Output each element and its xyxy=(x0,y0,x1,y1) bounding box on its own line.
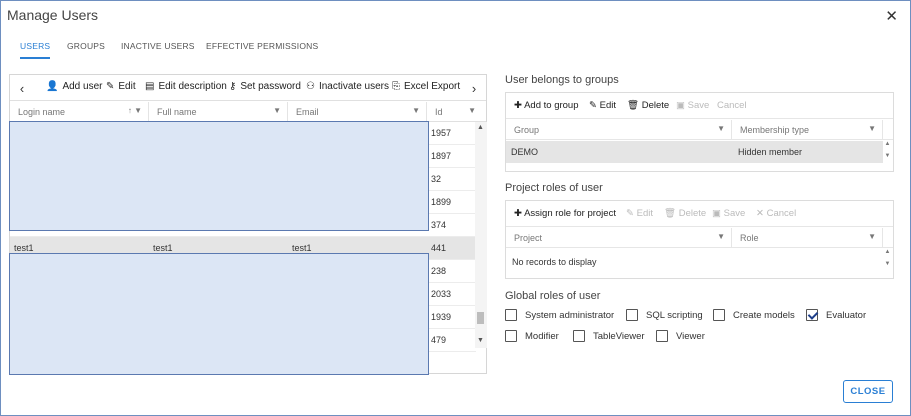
save-role-button[interactable]: ▣ Save xyxy=(712,208,745,219)
users-toolbar: ‹ 👤 Add user ✎ Edit ▤ Edit description ⚷ Set… xyxy=(10,75,486,101)
save-group-button[interactable]: ▣ Save xyxy=(676,100,709,111)
checkbox-create-models[interactable]: Create models xyxy=(713,309,795,321)
checkbox-checked[interactable] xyxy=(806,309,818,321)
edit-group-button[interactable]: ✎ Edit xyxy=(589,100,616,111)
checkbox[interactable] xyxy=(573,330,585,342)
column-id[interactable]: Id ▼ xyxy=(427,102,486,122)
users-grid-scrollbar[interactable]: ▲ ▼ xyxy=(475,122,487,348)
close-button[interactable]: CLOSE xyxy=(843,380,893,403)
filter-icon[interactable]: ▼ xyxy=(868,124,876,133)
save-icon: ▣ xyxy=(676,100,685,111)
save-icon: ▣ xyxy=(712,208,721,219)
cancel-role-button[interactable]: ✕ Cancel xyxy=(756,208,796,219)
filter-icon[interactable]: ▼ xyxy=(868,232,876,241)
add-user-icon: 👤 xyxy=(46,81,59,92)
groups-grid-header: Group ▼ Membership type ▼ xyxy=(506,120,893,140)
pencil-icon: ✎ xyxy=(626,208,634,219)
users-grid-header: Login name ↑ ▼ Full name ▼ Email ▼ Id ▼ xyxy=(10,102,486,122)
redaction-overlay xyxy=(9,253,429,375)
filter-icon[interactable]: ▼ xyxy=(468,106,476,115)
groups-toolbar: ✚ Add to group ✎ Edit 🗑 Delete ▣ Save Ca… xyxy=(506,93,893,119)
trash-icon: 🗑 xyxy=(627,100,640,111)
key-icon: ⚷ xyxy=(229,81,237,92)
user-icon: ⚇ xyxy=(306,81,315,92)
column-email[interactable]: Email ▼ xyxy=(288,102,427,122)
checkbox[interactable] xyxy=(656,330,668,342)
export-icon: ⎘ xyxy=(392,81,400,92)
redaction-overlay xyxy=(9,121,429,231)
column-login-name[interactable]: Login name ↑ ▼ xyxy=(10,102,149,122)
tab-users[interactable]: USERS xyxy=(20,41,51,59)
delete-group-button[interactable]: 🗑 Delete xyxy=(627,100,669,111)
filter-icon[interactable]: ▼ xyxy=(717,232,725,241)
empty-state: No records to display xyxy=(512,257,597,267)
close-icon: ✕ xyxy=(756,208,764,219)
checkbox-sql-scripting[interactable]: SQL scripting xyxy=(626,309,703,321)
groups-section-title: User belongs to groups xyxy=(505,74,619,86)
groups-grid-scrollbar[interactable]: ▲ ▼ xyxy=(882,141,893,171)
chevron-right-icon[interactable]: › xyxy=(462,75,486,101)
add-to-group-button[interactable]: ✚ Add to group xyxy=(514,100,579,111)
column-full-name[interactable]: Full name ▼ xyxy=(149,102,288,122)
filter-icon[interactable]: ▼ xyxy=(412,106,420,115)
users-grid: ‹ 👤 Add user ✎ Edit ▤ Edit description ⚷ Set… xyxy=(9,74,487,375)
scroll-down-icon[interactable]: ▼ xyxy=(477,337,484,344)
checkbox-system-administrator[interactable]: System administrator xyxy=(505,309,614,321)
set-password-button[interactable]: ⚷ Set password xyxy=(229,81,301,92)
roles-section-title: Project roles of user xyxy=(505,182,603,194)
roles-grid-scrollbar[interactable]: ▲ ▼ xyxy=(882,249,893,279)
dialog-title: Manage Users xyxy=(7,7,99,23)
manage-users-dialog: Manage Users ✕ USERS GROUPS INACTIVE USE… xyxy=(0,0,911,416)
checkbox[interactable] xyxy=(505,309,517,321)
cancel-group-button[interactable]: Cancel xyxy=(717,100,747,111)
roles-grid-header: Project ▼ Role ▼ xyxy=(506,228,893,248)
pencil-icon: ✎ xyxy=(589,100,597,111)
checkbox[interactable] xyxy=(713,309,725,321)
edit-user-button[interactable]: ✎ Edit xyxy=(106,81,136,92)
add-user-button[interactable]: 👤 Add user xyxy=(46,81,102,92)
trash-icon: 🗑 xyxy=(664,208,677,219)
checkbox[interactable] xyxy=(626,309,638,321)
checkbox-tableviewer[interactable]: TableViewer xyxy=(573,330,645,342)
delete-role-button[interactable]: 🗑 Delete xyxy=(664,208,706,219)
filter-icon[interactable]: ▼ xyxy=(273,106,281,115)
checkbox-evaluator[interactable]: Evaluator xyxy=(806,309,866,321)
inactivate-users-button[interactable]: ⚇ Inactivate users xyxy=(306,81,389,92)
project-roles-grid: ✚ Assign role for project ✎ Edit 🗑 Delet… xyxy=(505,200,894,279)
sort-asc-filter-icon[interactable]: ↑ ▼ xyxy=(128,106,142,115)
chevron-left-icon[interactable]: ‹ xyxy=(10,75,34,101)
column-group[interactable]: Group ▼ xyxy=(506,120,732,140)
checkbox-viewer[interactable]: Viewer xyxy=(656,330,705,342)
column-project[interactable]: Project ▼ xyxy=(506,228,732,248)
document-icon: ▤ xyxy=(145,81,155,92)
excel-export-button[interactable]: ⎘ Excel Export xyxy=(392,81,460,92)
plus-icon: ✚ xyxy=(514,100,522,111)
pencil-icon: ✎ xyxy=(106,81,115,92)
checkbox-modifier[interactable]: Modifier xyxy=(505,330,559,342)
table-row-selected[interactable]: DEMO Hidden member xyxy=(506,141,883,163)
roles-toolbar: ✚ Assign role for project ✎ Edit 🗑 Delet… xyxy=(506,201,893,227)
edit-description-button[interactable]: ▤ Edit description xyxy=(145,81,227,92)
groups-grid: ✚ Add to group ✎ Edit 🗑 Delete ▣ Save Ca… xyxy=(505,92,894,172)
column-membership-type[interactable]: Membership type ▼ xyxy=(732,120,883,140)
tab-effective-permissions[interactable]: EFFECTIVE PERMISSIONS xyxy=(206,41,318,57)
edit-role-button[interactable]: ✎ Edit xyxy=(626,208,653,219)
scroll-up-icon[interactable]: ▲ xyxy=(477,124,484,131)
tab-inactive-users[interactable]: INACTIVE USERS xyxy=(121,41,195,57)
column-role[interactable]: Role ▼ xyxy=(732,228,883,248)
plus-icon: ✚ xyxy=(514,208,522,219)
tab-groups[interactable]: GROUPS xyxy=(67,41,105,57)
filter-icon[interactable]: ▼ xyxy=(717,124,725,133)
assign-role-button[interactable]: ✚ Assign role for project xyxy=(514,208,616,219)
global-roles-title: Global roles of user xyxy=(505,290,601,302)
scrollbar-thumb[interactable] xyxy=(477,312,484,324)
close-icon[interactable]: ✕ xyxy=(885,7,898,25)
checkbox[interactable] xyxy=(505,330,517,342)
